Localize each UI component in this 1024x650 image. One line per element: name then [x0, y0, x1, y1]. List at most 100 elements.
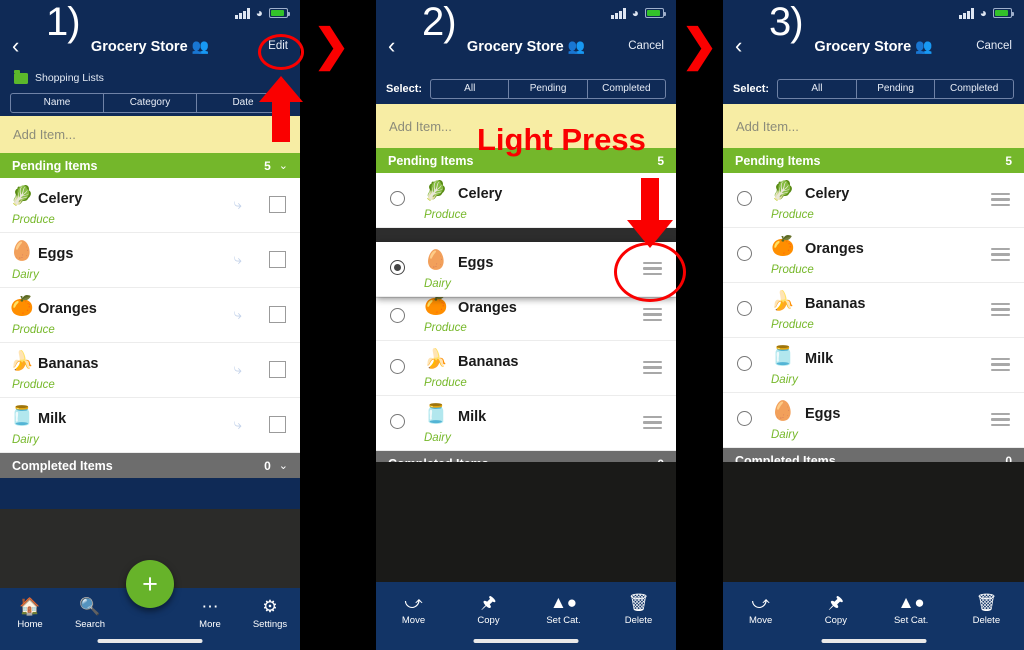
select-segmented-control[interactable]: All Pending Completed	[430, 79, 666, 99]
drag-handle-icon[interactable]	[643, 416, 662, 429]
list-item[interactable]: 🍊 Oranges Produce	[376, 296, 676, 341]
item-radio[interactable]	[737, 301, 752, 316]
action-set-category[interactable]: ▲● Set Cat.	[874, 591, 949, 627]
list-item[interactable]: 🥬 Celery Produce	[723, 173, 1024, 228]
shared-people-icon: 👥	[191, 37, 210, 54]
sort-segmented-control[interactable]: Name Category Date	[10, 93, 290, 113]
item-checkbox[interactable]	[269, 306, 286, 323]
action-delete[interactable]: 🗑 Delete	[601, 591, 676, 627]
cancel-button[interactable]: Cancel	[976, 40, 1012, 52]
item-checkbox[interactable]	[269, 416, 286, 433]
list-item[interactable]: 🥚 Eggs Dairy	[723, 393, 1024, 448]
tab-settings-label: Settings	[252, 619, 288, 630]
list-item[interactable]: 🍌 Bananas Produce	[376, 341, 676, 396]
item-radio[interactable]	[737, 411, 752, 426]
list-item[interactable]: 🫙 Milk Dairy	[723, 338, 1024, 393]
add-item-input[interactable]: Add Item...	[723, 104, 1024, 148]
action-copy[interactable]: 🖈 Copy	[798, 591, 873, 627]
tab-more[interactable]: ⋯ More	[180, 595, 240, 631]
item-checkbox[interactable]	[269, 361, 286, 378]
pending-items-label: Pending Items	[12, 158, 98, 173]
item-checkbox[interactable]	[269, 251, 286, 268]
drag-handle-icon[interactable]	[643, 361, 662, 374]
add-button[interactable]: +	[126, 560, 174, 608]
drag-handle-icon[interactable]	[991, 193, 1010, 206]
cancel-button[interactable]: Cancel	[628, 40, 664, 52]
item-radio-selected[interactable]	[390, 260, 405, 275]
action-move[interactable]: ⤻ Move	[376, 591, 451, 627]
screenshot-stage: ◕ ‹ Grocery Store 👥 Edit 1) Shopping List…	[0, 0, 1024, 650]
item-radio[interactable]	[390, 191, 405, 206]
sort-tab-name[interactable]: Name	[11, 94, 104, 112]
drag-handle-icon[interactable]	[991, 358, 1010, 371]
list-item[interactable]: 🍌 Bananas Produce	[723, 283, 1024, 338]
action-copy[interactable]: 🖈 Copy	[451, 591, 526, 627]
item-category: Produce	[424, 322, 467, 334]
item-radio[interactable]	[390, 308, 405, 323]
item-category: Dairy	[424, 278, 451, 290]
battery-icon	[645, 8, 666, 18]
back-button[interactable]: ‹	[735, 35, 757, 57]
action-move[interactable]: ⤻ Move	[723, 591, 798, 627]
item-radio[interactable]	[390, 359, 405, 374]
item-emoji: 🍌	[10, 351, 34, 372]
list-item[interactable]: 🥚 Eggs Dairy ⤷	[0, 233, 300, 288]
item-radio[interactable]	[390, 414, 405, 429]
chevron-down-icon[interactable]: ⌄	[279, 459, 288, 472]
annotation-arrow-down	[626, 178, 674, 248]
wifi-icon: ◕	[979, 6, 987, 20]
pending-items-header[interactable]: Pending Items 5 ⌄	[0, 153, 300, 178]
tab-search[interactable]: 🔍 Search	[60, 595, 120, 631]
tab-settings[interactable]: ⚙ Settings	[240, 595, 300, 631]
select-option-pending[interactable]: Pending	[857, 80, 936, 98]
list-item[interactable]: 🍊 Oranges Produce	[723, 228, 1024, 283]
sort-tab-category[interactable]: Category	[104, 94, 197, 112]
item-name: Eggs	[38, 246, 74, 262]
signal-bars-icon	[959, 7, 974, 19]
item-emoji: 🫙	[424, 404, 448, 425]
select-segmented-control[interactable]: All Pending Completed	[777, 79, 1014, 99]
back-button[interactable]: ‹	[12, 35, 34, 57]
completed-items-header[interactable]: Completed Items 0 ⌄	[0, 453, 300, 478]
select-option-completed[interactable]: Completed	[588, 80, 665, 98]
list-item[interactable]: 🍊 Oranges Produce ⤷	[0, 288, 300, 343]
chevron-down-icon[interactable]: ⌄	[279, 159, 288, 172]
drag-handle-icon[interactable]	[991, 413, 1010, 426]
list-item[interactable]: 🍌 Bananas Produce ⤷	[0, 343, 300, 398]
drag-handle-icon[interactable]	[991, 248, 1010, 261]
back-button[interactable]: ‹	[388, 35, 410, 57]
item-name: Celery	[458, 186, 503, 202]
select-option-pending[interactable]: Pending	[509, 80, 588, 98]
set-category-icon: ▲●	[549, 592, 578, 612]
action-set-category[interactable]: ▲● Set Cat.	[526, 591, 601, 627]
list-item[interactable]: 🫙 Milk Dairy ⤷	[0, 398, 300, 453]
nav-bar: ‹ Grocery Store 👥 Cancel	[376, 26, 676, 66]
sort-bar: Name Category Date	[0, 90, 300, 116]
pending-items-header[interactable]: Pending Items 5	[723, 148, 1024, 173]
step-number-3: 3)	[769, 0, 804, 44]
item-radio[interactable]	[737, 246, 752, 261]
add-item-input[interactable]: Add Item...	[0, 116, 300, 153]
tab-home[interactable]: 🏠 Home	[0, 595, 60, 631]
item-radio[interactable]	[737, 356, 752, 371]
select-option-all[interactable]: All	[431, 80, 510, 98]
delete-icon: 🗑	[627, 592, 650, 612]
select-option-all[interactable]: All	[778, 80, 857, 98]
drag-handle-icon[interactable]	[643, 308, 662, 321]
select-bar: Select: All Pending Completed	[723, 74, 1024, 104]
breadcrumb[interactable]: Shopping Lists	[0, 66, 300, 90]
drag-handle-icon[interactable]	[991, 303, 1010, 316]
swipe-hint-icon: ⤷	[233, 416, 242, 433]
item-checkbox[interactable]	[269, 196, 286, 213]
item-category: Dairy	[12, 269, 39, 281]
select-option-completed[interactable]: Completed	[935, 80, 1013, 98]
action-delete[interactable]: 🗑 Delete	[949, 591, 1024, 627]
list-item[interactable]: 🫙 Milk Dairy	[376, 396, 676, 451]
signal-bars-icon	[235, 7, 250, 19]
step-separator-chevron-1: ❯	[313, 21, 350, 70]
list-item[interactable]: 🥬 Celery Produce ⤷	[0, 178, 300, 233]
signal-bars-icon	[611, 7, 626, 19]
item-radio[interactable]	[737, 191, 752, 206]
home-indicator	[97, 639, 203, 643]
set-category-icon: ▲●	[897, 592, 925, 612]
